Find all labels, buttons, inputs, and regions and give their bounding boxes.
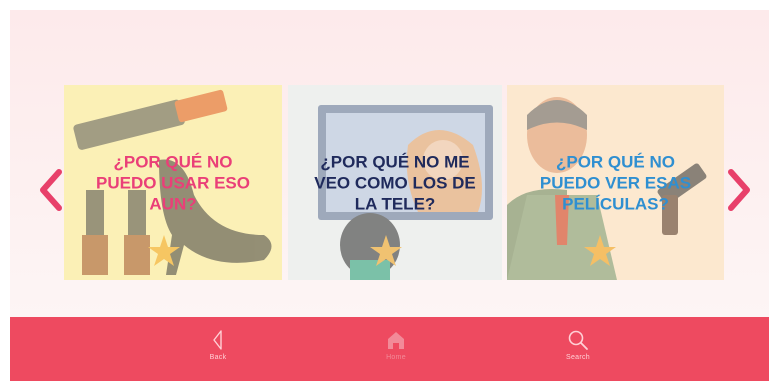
carousel-card-tele[interactable]: ¿POR QUÉ NO ME VEO COMO LOS DE LA TELE? bbox=[288, 85, 502, 280]
search-icon bbox=[568, 330, 588, 350]
chevron-left-icon bbox=[40, 169, 62, 211]
card-title: ¿POR QUÉ NO ME VEO COMO LOS DE LA TELE? bbox=[314, 152, 476, 213]
nav-home-label: Home bbox=[386, 354, 406, 361]
nav-back-label: Back bbox=[209, 354, 227, 361]
carousel-card-usar[interactable]: ¿POR QUÉ NO PUEDO USAR ESO AUN? bbox=[64, 85, 282, 280]
nav-back-button[interactable]: Back bbox=[188, 329, 248, 361]
back-arrow-icon bbox=[213, 330, 222, 350]
home-icon bbox=[388, 332, 404, 349]
nav-search-button[interactable]: Search bbox=[548, 329, 608, 361]
card-title: ¿POR QUÉ NO PUEDO USAR ESO AUN? bbox=[96, 152, 250, 213]
card-title: ¿POR QUÉ NO PUEDO VER ESAS PELÍCULAS? bbox=[539, 152, 692, 213]
carousel-next-button[interactable] bbox=[726, 168, 752, 212]
carousel-prev-button[interactable] bbox=[38, 168, 64, 212]
chevron-right-icon bbox=[728, 169, 750, 211]
bottom-nav-bar: Back Home Search bbox=[10, 317, 769, 381]
nav-search-label: Search bbox=[566, 354, 590, 361]
carousel-card-peliculas[interactable]: ¿POR QUÉ NO PUEDO VER ESAS PELÍCULAS? bbox=[507, 85, 724, 280]
nav-home-button[interactable]: Home bbox=[366, 329, 426, 361]
